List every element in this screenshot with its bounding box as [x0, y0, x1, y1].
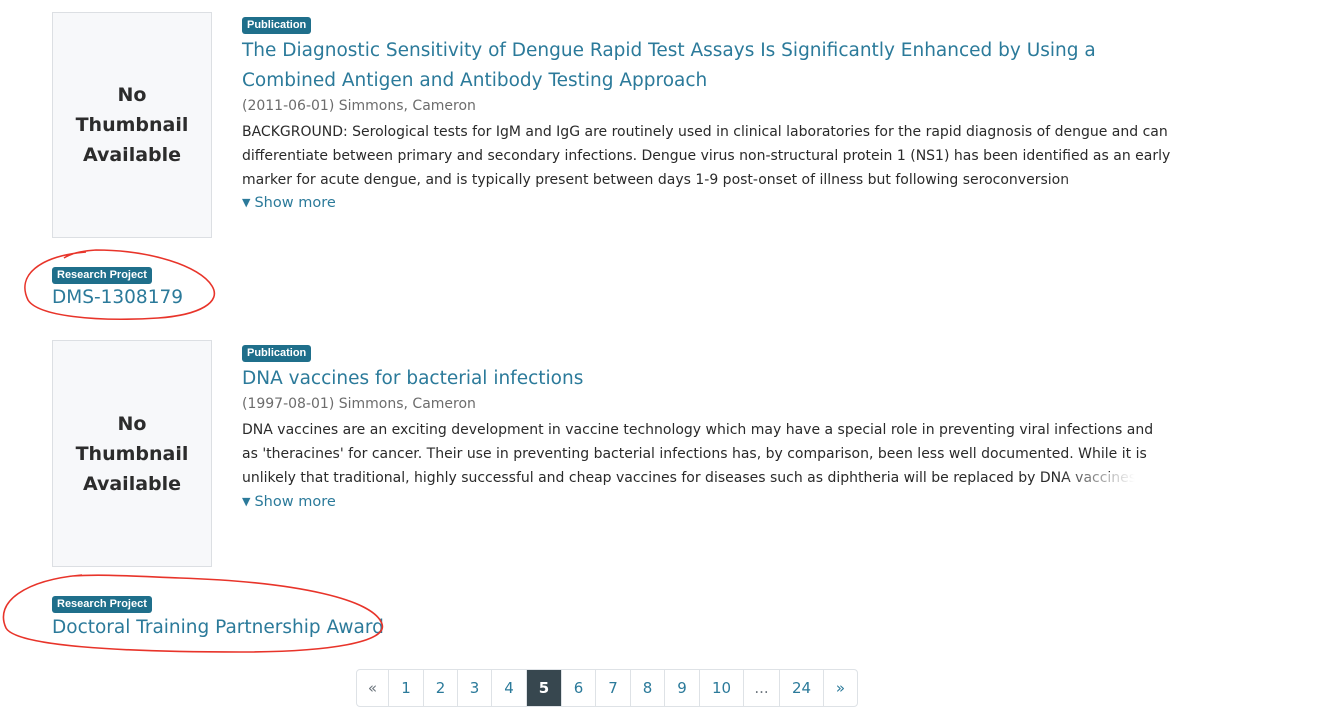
thumbnail-placeholder: No Thumbnail Available: [52, 340, 212, 567]
page-link[interactable]: 10: [700, 670, 744, 706]
thumbnail-text: No Thumbnail Available: [75, 412, 189, 495]
page-link-current[interactable]: 5: [527, 670, 562, 706]
annotation-circle: [2, 574, 384, 653]
result-meta: (1997-08-01) Simmons, Cameron: [242, 396, 476, 412]
publication-badge: Publication: [242, 345, 312, 362]
chevron-down-icon: ▼: [242, 196, 251, 209]
pagination-prev[interactable]: «: [357, 670, 389, 706]
page-link[interactable]: 3: [458, 670, 492, 706]
annotation-circle: [24, 249, 216, 320]
page-link[interactable]: 6: [562, 670, 596, 706]
publication-badge: Publication: [242, 17, 312, 34]
result-title-link[interactable]: DNA vaccines for bacterial infections: [242, 364, 1177, 394]
pagination: « 1 2 3 4 5 6 7 8 9 10 ... 24 »: [356, 669, 858, 707]
result-meta: (2011-06-01) Simmons, Cameron: [242, 98, 476, 114]
research-project-badge: Research Project: [52, 596, 152, 613]
result-title-link[interactable]: The Diagnostic Sensitivity of Dengue Rap…: [242, 36, 1177, 96]
page-link[interactable]: 2: [424, 670, 458, 706]
page-link[interactable]: 1: [389, 670, 424, 706]
result-abstract: DNA vaccines are an exciting development…: [242, 422, 1154, 486]
pagination-ellipsis: ...: [744, 670, 780, 706]
research-project-badge: Research Project: [52, 267, 152, 284]
page-link[interactable]: 4: [492, 670, 527, 706]
page-link[interactable]: 9: [665, 670, 700, 706]
project-title-link[interactable]: Doctoral Training Partnership Award: [52, 617, 384, 638]
page-link[interactable]: 24: [780, 670, 824, 706]
thumbnail-text: No Thumbnail Available: [75, 84, 189, 166]
page-link[interactable]: 7: [596, 670, 631, 706]
show-more-link[interactable]: ▼ Show more: [242, 494, 336, 510]
project-title-link[interactable]: DMS-1308179: [52, 287, 183, 308]
thumbnail-placeholder: No Thumbnail Available: [52, 12, 212, 238]
page-link[interactable]: 8: [631, 670, 665, 706]
show-more-link[interactable]: ▼ Show more: [242, 195, 336, 211]
result-abstract: BACKGROUND: Serological tests for IgM an…: [242, 124, 1171, 188]
pagination-next[interactable]: »: [824, 670, 857, 706]
chevron-down-icon: ▼: [242, 495, 251, 508]
